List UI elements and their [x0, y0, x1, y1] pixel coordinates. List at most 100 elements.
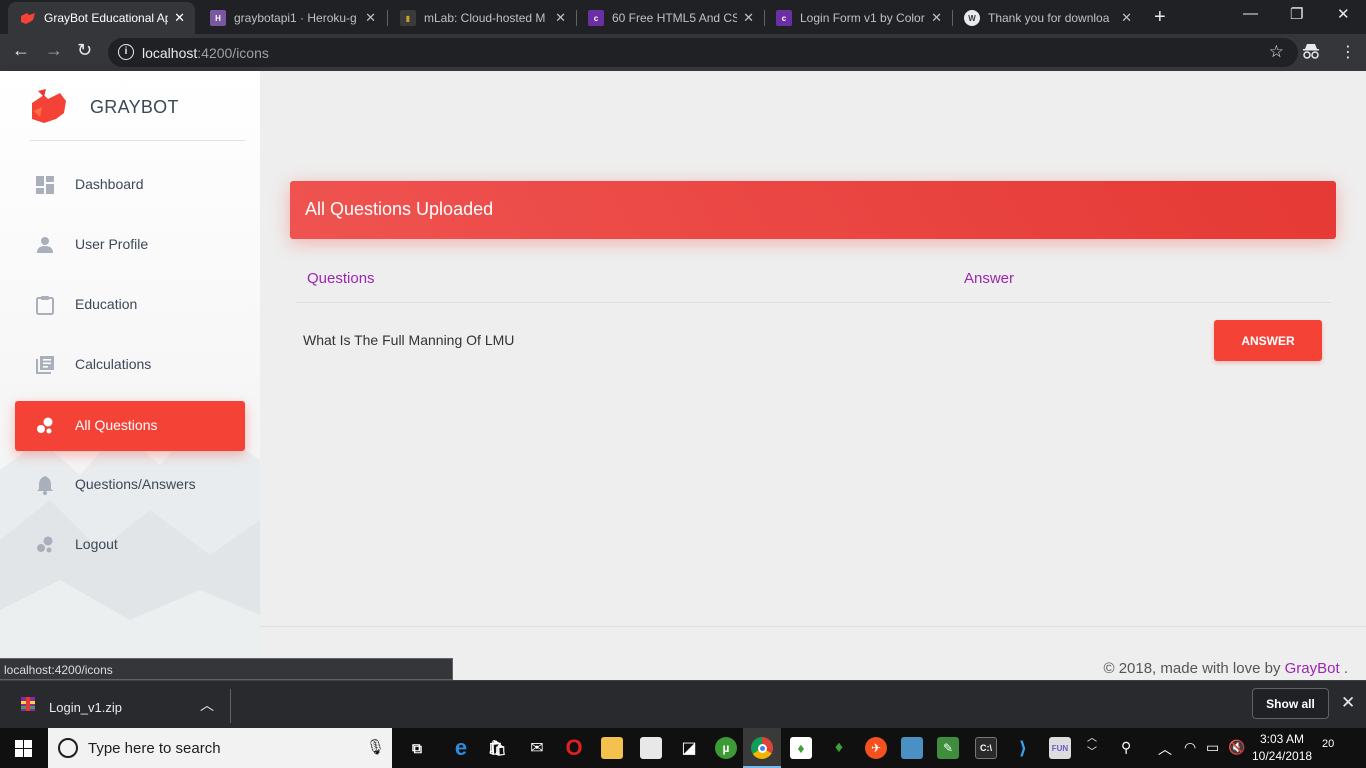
dashboard-icon — [36, 176, 54, 194]
chevron-up-icon[interactable]: ︿ — [200, 695, 214, 715]
utorrent-icon[interactable]: µ — [715, 737, 737, 759]
url-host: localhost — [142, 45, 198, 61]
sidebar-item-label: Dashboard — [75, 176, 144, 192]
sidebar-brand[interactable]: GRAYBOT — [30, 87, 245, 141]
notepad-plus-icon[interactable]: ✎ — [937, 737, 959, 759]
close-tab-icon[interactable]: ✕ — [174, 10, 185, 26]
browser-menu-icon[interactable]: ⋮ — [1340, 42, 1356, 62]
wifi-icon[interactable]: ◠ — [1184, 739, 1196, 756]
colorlib-favicon-icon: c — [588, 10, 604, 26]
browser-tab-heroku[interactable]: H graybotapi1 · Heroku-g ✕ — [198, 2, 386, 34]
close-tab-icon[interactable]: ✕ — [743, 10, 754, 26]
close-tab-icon[interactable]: ✕ — [365, 10, 376, 26]
opera-icon[interactable]: O — [563, 735, 585, 760]
sidebar-item-logout[interactable]: Logout — [15, 520, 245, 570]
answer-column-header: Answer — [964, 270, 1015, 287]
postman-icon[interactable]: ✈ — [865, 737, 887, 759]
sidebar: GRAYBOT Dashboard User Profile Education… — [0, 71, 260, 680]
close-tab-icon[interactable]: ✕ — [555, 10, 566, 26]
browser-tab-mlab[interactable]: ▮ mLab: Cloud-hosted M ✕ — [388, 2, 576, 34]
sidebar-item-dashboard[interactable]: Dashboard — [15, 160, 245, 210]
edge-browser-icon[interactable]: e — [450, 735, 472, 760]
tab-title: 60 Free HTML5 And CS — [612, 11, 738, 25]
browser-toolbar: ← → ↻ i localhost:4200/icons ☆ ⋮ — [0, 34, 1366, 71]
browser-tab-strip: GrayBot Educational Ap ✕ H graybotapi1 ·… — [0, 0, 1366, 34]
tab-title: Thank you for downloa — [988, 11, 1110, 25]
chrome-center-icon — [757, 743, 767, 753]
card-header: All Questions Uploaded — [290, 181, 1336, 239]
sidebar-item-education[interactable]: Education — [15, 280, 245, 330]
close-tab-icon[interactable]: ✕ — [1121, 10, 1132, 26]
vscode-icon[interactable]: ⟩ — [1012, 737, 1034, 759]
browser-tab-colorlib-templates[interactable]: c 60 Free HTML5 And CS ✕ — [576, 2, 764, 34]
show-all-downloads-button[interactable]: Show all — [1252, 688, 1329, 719]
chrome-icon[interactable] — [751, 737, 773, 759]
graybot-logo-icon — [32, 89, 66, 123]
address-bar[interactable]: i localhost:4200/icons ☆ — [108, 38, 1298, 67]
sidebar-item-label: User Profile — [75, 236, 149, 252]
sidebar-item-label: Logout — [75, 536, 118, 552]
tab-title: Login Form v1 by Color — [800, 11, 925, 25]
heroku-favicon-icon: H — [210, 10, 226, 26]
browser-tab-login-form[interactable]: c Login Form v1 by Color ✕ — [764, 2, 952, 34]
file-explorer-icon[interactable] — [601, 737, 623, 759]
close-download-shelf-icon[interactable]: ✕ — [1341, 693, 1355, 713]
control-panel-icon[interactable] — [901, 737, 923, 759]
bubble-chart-icon — [37, 536, 53, 553]
show-hidden-icons-icon[interactable]: ︿ — [1158, 739, 1172, 759]
restore-window-icon[interactable]: ❐ — [1290, 5, 1303, 23]
site-info-icon[interactable]: i — [118, 44, 134, 60]
fun-app-icon[interactable]: FUN — [1049, 737, 1071, 759]
questions-column-header: Questions — [307, 270, 375, 287]
taskbar-scroll-icon[interactable]: ︿ ﹀ — [1087, 732, 1097, 760]
graybot-link[interactable]: GrayBot — [1285, 660, 1340, 677]
sticky-notes-icon[interactable]: ◪ — [678, 737, 700, 759]
new-tab-button[interactable]: + — [1154, 6, 1166, 29]
taskbar-search[interactable]: Type here to search 🎙 — [48, 728, 392, 768]
copyright-suffix: . — [1339, 660, 1348, 677]
browser-tab-wordpress[interactable]: W Thank you for downloa ✕ — [952, 2, 1142, 34]
browser-tab-graybot[interactable]: GrayBot Educational Ap ✕ — [8, 2, 195, 34]
command-prompt-icon[interactable]: C:\ — [975, 737, 997, 759]
sidebar-item-label: All Questions — [75, 417, 158, 433]
forward-arrow-icon[interactable]: → — [45, 40, 63, 61]
taskbar-clock[interactable]: 3:03 AM 10/24/2018 — [1252, 731, 1312, 765]
battery-icon[interactable]: ▭ — [1206, 739, 1219, 756]
address-url[interactable]: localhost:4200/icons — [142, 45, 269, 61]
sidebar-item-questions-answers[interactable]: Questions/Answers — [15, 460, 245, 510]
minimize-window-icon[interactable]: — — [1243, 5, 1258, 22]
tab-title: graybotapi1 · Heroku-g — [234, 11, 357, 25]
document-icon[interactable] — [640, 737, 662, 759]
table-header-divider — [296, 302, 1331, 303]
person-icon — [37, 237, 53, 253]
answer-button[interactable]: ANSWER — [1214, 320, 1322, 361]
store-icon[interactable]: 🛍 — [486, 737, 508, 759]
download-filename[interactable]: Login_v1.zip — [49, 700, 122, 715]
sidebar-item-calculations[interactable]: Calculations — [15, 340, 245, 390]
reload-icon[interactable]: ↻ — [77, 40, 92, 61]
incognito-icon[interactable] — [1302, 43, 1320, 63]
task-view-icon[interactable]: ⧉ — [406, 737, 428, 759]
back-arrow-icon[interactable]: ← — [12, 40, 30, 61]
windows-start-icon[interactable] — [15, 740, 32, 757]
volume-muted-icon[interactable]: 🔇 — [1228, 739, 1245, 756]
action-center-icon[interactable]: 20 — [1322, 738, 1346, 758]
people-icon[interactable]: ⚲ — [1121, 739, 1131, 756]
sidebar-item-user-profile[interactable]: User Profile — [15, 220, 245, 270]
sidebar-item-label: Questions/Answers — [75, 476, 196, 492]
mongodb-icon[interactable]: ♦ — [828, 737, 850, 759]
url-path: :4200/icons — [197, 45, 269, 61]
card-title: All Questions Uploaded — [305, 199, 494, 219]
download-divider — [230, 689, 231, 723]
microphone-icon[interactable]: 🎙 — [366, 738, 385, 756]
mail-icon[interactable]: ✉ — [526, 737, 548, 759]
close-window-icon[interactable]: ✕ — [1337, 5, 1350, 23]
sidebar-item-all-questions[interactable]: All Questions — [15, 401, 245, 451]
bookmark-star-icon[interactable]: ☆ — [1269, 42, 1284, 62]
close-tab-icon[interactable]: ✕ — [931, 10, 942, 26]
download-shelf: Login_v1.zip ︿ Show all ✕ — [0, 680, 1366, 728]
sidebar-item-label: Calculations — [75, 356, 152, 372]
zip-archive-icon — [21, 697, 35, 711]
mongodb-compass-icon[interactable]: ♦ — [790, 737, 812, 759]
graybot-favicon-icon — [20, 10, 36, 26]
